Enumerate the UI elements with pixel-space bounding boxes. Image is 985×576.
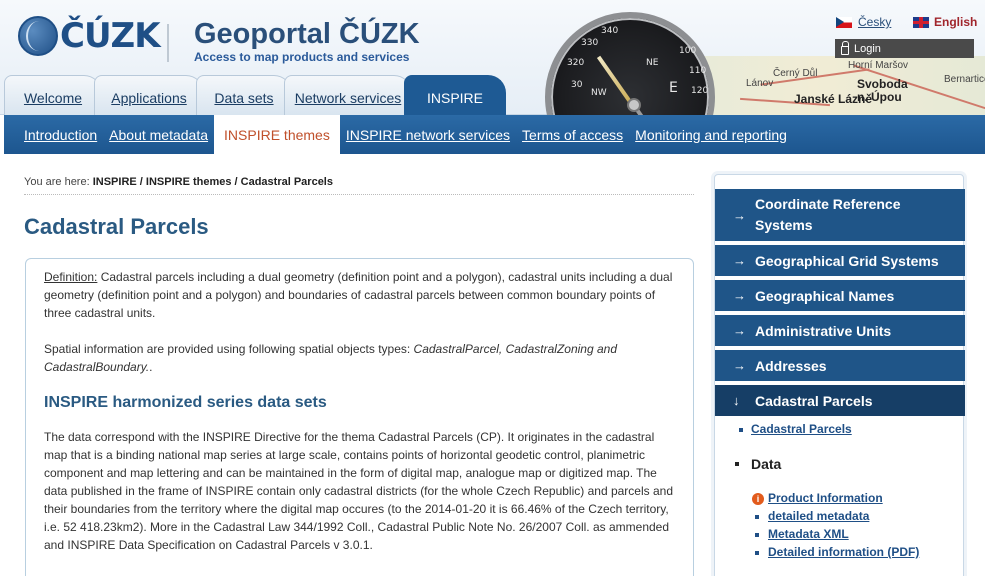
breadcrumb-path[interactable]: INSPIRE / INSPIRE themes / Cadastral Par…: [93, 176, 333, 188]
product-information-link[interactable]: Product Information: [768, 491, 883, 505]
lock-icon: [841, 40, 849, 55]
sidebar-item-label: Administrative Units: [755, 322, 892, 339]
map-label: Horní Maršov: [848, 60, 909, 71]
subnav-about-metadata[interactable]: About metadata: [109, 115, 208, 154]
sidebar-item-geographical-names[interactable]: → Geographical Names: [715, 280, 965, 311]
map-label: Lánov: [746, 78, 774, 89]
header: ČÚZK Geoportal ČÚZK Access to map produc…: [0, 0, 985, 115]
sidebar-item-administrative-units[interactable]: → Administrative Units: [715, 315, 965, 346]
arrow-right-icon: →: [733, 358, 746, 373]
sidebar-sub-cadastral-parcels[interactable]: Cadastral Parcels: [751, 422, 852, 436]
compass-image: NE E NW 30 320 330 340 120 110 100: [545, 0, 725, 115]
section-title: INSPIRE harmonized series data sets: [44, 394, 327, 411]
logo-separator: [167, 24, 169, 62]
sidebar-item-label: Addresses: [755, 357, 827, 374]
uk-flag-icon: [913, 16, 929, 28]
header-map-image: Lánov Černý Důl Horní Maršov Svoboda n. …: [700, 56, 985, 115]
sidebar-item-label: Cadastral Parcels: [755, 392, 873, 409]
page-title: Cadastral Parcels: [24, 214, 209, 239]
sidebar-item-geographical-grid-systems[interactable]: → Geographical Grid Systems: [715, 245, 965, 276]
definition-paragraph: Definition: Cadastral parcels including …: [44, 268, 675, 322]
definition-text: Cadastral parcels including a dual geome…: [44, 270, 673, 320]
site-title: Geoportal ČÚZK: [194, 18, 420, 50]
login-label: Login: [854, 42, 881, 55]
breadcrumb: You are here: INSPIRE / INSPIRE themes /…: [24, 176, 694, 195]
sidebar-item-coordinate-reference-systems[interactable]: → Coordinate Reference Systems: [715, 189, 965, 241]
main-tabs: Welcome Applications Data sets Network s…: [4, 75, 506, 115]
content-box: Definition: Cadastral parcels including …: [25, 258, 694, 576]
spatial-paragraph: Spatial information are provided using f…: [44, 340, 675, 376]
arrow-right-icon: →: [733, 288, 746, 303]
body-paragraph: The data correspond with the INSPIRE Dir…: [44, 430, 673, 552]
cuzk-logo[interactable]: ČÚZK: [18, 16, 161, 56]
bullet-icon: [739, 428, 743, 432]
tab-data-sets[interactable]: Data sets: [196, 75, 292, 115]
subnav-inspire-network-services[interactable]: INSPIRE network services: [346, 115, 510, 154]
language-czech-link[interactable]: Česky: [836, 15, 891, 29]
arrow-right-icon: →: [733, 323, 746, 338]
detailed-information-pdf-link[interactable]: Detailed information (PDF): [768, 545, 919, 559]
tab-inspire[interactable]: INSPIRE: [404, 75, 506, 115]
logo-text: ČÚZK: [60, 16, 161, 56]
site-subtitle: Access to map products and services: [194, 50, 410, 64]
sidebar-item-cadastral-parcels[interactable]: ↓ Cadastral Parcels: [715, 385, 965, 416]
subnav-inspire-themes[interactable]: INSPIRE themes: [214, 115, 340, 154]
detailed-metadata-link[interactable]: detailed metadata: [768, 509, 869, 523]
spatial-text: Spatial information are provided using f…: [44, 342, 414, 356]
data-heading: Data: [751, 456, 782, 472]
arrow-right-icon: →: [733, 207, 746, 223]
tab-network-services[interactable]: Network services: [284, 75, 412, 115]
map-label: Janské Lázně: [794, 92, 873, 106]
bullet-icon: [755, 515, 759, 519]
czech-flag-icon: [836, 16, 852, 28]
breadcrumb-prefix: You are here:: [24, 176, 90, 188]
themes-sidebar: → Coordinate Reference Systems → Geograp…: [714, 174, 965, 576]
login-button[interactable]: Login: [835, 39, 974, 58]
language-czech-label: Česky: [858, 15, 892, 29]
sidebar-item-addresses[interactable]: → Addresses: [715, 350, 965, 381]
arrow-right-icon: →: [733, 253, 746, 268]
language-english-label: English: [934, 15, 978, 29]
arrow-down-icon: ↓: [733, 393, 740, 408]
metadata-xml-link[interactable]: Metadata XML: [768, 527, 849, 541]
map-label: Bernartice: [944, 74, 985, 85]
map-label: Černý Důl: [773, 68, 818, 79]
sidebar-item-label: Coordinate Reference Systems: [755, 196, 901, 233]
globe-icon: [18, 16, 58, 56]
sidebar-item-label: Geographical Grid Systems: [755, 252, 939, 269]
bullet-icon: [755, 551, 759, 555]
subnav-monitoring-reporting[interactable]: Monitoring and reporting: [635, 115, 787, 154]
sidebar-item-label: Geographical Names: [755, 287, 895, 304]
info-icon: i: [752, 493, 764, 505]
bullet-icon: [735, 462, 739, 466]
bullet-icon: [755, 533, 759, 537]
spatial-end: .: [149, 360, 153, 374]
tab-applications[interactable]: Applications: [94, 75, 204, 115]
subnav-terms-of-access[interactable]: Terms of access: [522, 115, 623, 154]
sub-navigation: Introduction About metadata INSPIRE them…: [4, 115, 985, 154]
subnav-introduction[interactable]: Introduction: [24, 115, 97, 154]
language-english-link[interactable]: English: [913, 15, 977, 29]
definition-label: Definition:: [44, 270, 98, 284]
tab-welcome[interactable]: Welcome: [4, 75, 102, 115]
